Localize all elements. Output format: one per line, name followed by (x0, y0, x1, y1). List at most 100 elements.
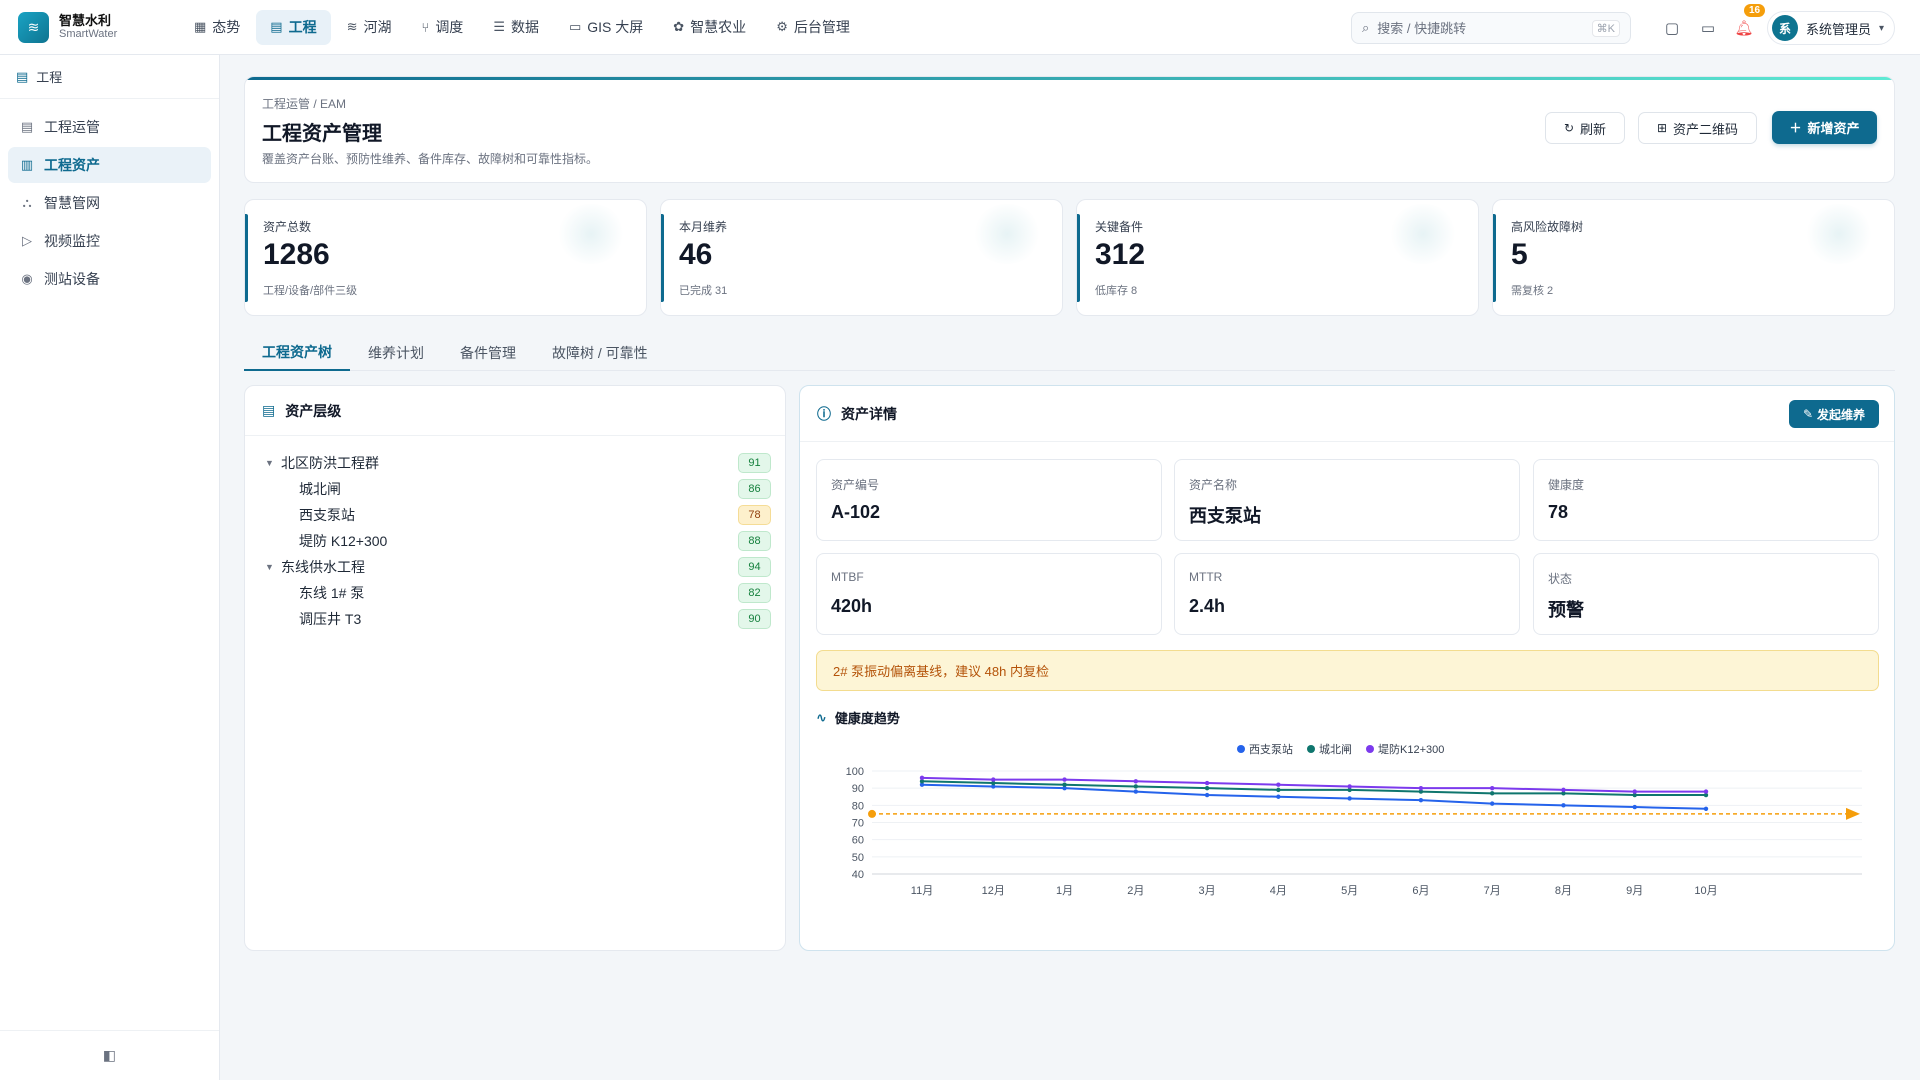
bell-icon[interactable]: 🔔︎ 16 (1730, 4, 1766, 42)
refresh-button[interactable]: ↻ 刷新 (1545, 112, 1625, 144)
x-tick-label: 3月 (1199, 885, 1216, 897)
data-point (1703, 806, 1709, 811)
stat-sub: 已完成 31 (679, 285, 728, 297)
tree-node-label: 东线 1# 泵 (299, 585, 365, 601)
tab-asset-tree[interactable]: 工程资产树 (244, 335, 350, 371)
database-icon: ☰ (493, 19, 505, 34)
asset-detail-panel: ⓘ 资产详情 ✎ 发起维养 资产编号 A-102 资产名称 西支泵站 健康度 78 MTB… (799, 385, 1895, 951)
building-icon: ▤ (16, 68, 29, 84)
monitor-icon: ▭ (568, 19, 582, 34)
legend-marker (1307, 745, 1315, 753)
y-tick-label: 40 (852, 869, 864, 881)
waves-icon: ≋ (346, 19, 358, 34)
calendar-icon[interactable]: ▢ (1658, 14, 1686, 42)
nav-item-dispatch[interactable]: ⑂ 调度 (408, 10, 478, 45)
sidebar-item-assets[interactable]: ▥ 工程资产 (8, 147, 211, 183)
tree-node-label: 堤防 K12+300 (299, 533, 388, 549)
qrcode-button[interactable]: ⊞ 资产二维码 (1638, 112, 1757, 144)
tab-bar: 工程资产树 维养计划 备件管理 故障树 / 可靠性 (244, 335, 1895, 371)
nav-item-agriculture[interactable]: ✿ 智慧农业 (659, 10, 760, 45)
sidebar-item-label: 测站设备 (44, 271, 100, 287)
clipboard-icon: ▥ (20, 157, 34, 172)
field-value: 预警 (1548, 600, 1584, 620)
screen-icon[interactable]: ▭ (1694, 14, 1722, 42)
tree-node-label: 调压井 T3 (299, 611, 362, 627)
tree-node[interactable]: 东线 1# 泵 82 (265, 580, 771, 606)
data-point (1418, 785, 1424, 791)
qrcode-label: 资产二维码 (1673, 121, 1739, 137)
health-score-badge: 94 (738, 557, 771, 577)
data-point (919, 775, 925, 781)
nav-item-admin[interactable]: ⚙ 后台管理 (762, 10, 864, 45)
sidebar-item-pipe-network[interactable]: ⛬ 智慧管网 (8, 185, 211, 221)
app-logo[interactable]: ≋ 智慧水利 SmartWater (18, 11, 168, 43)
stat-card-high-risk-fault-trees: 高风险故障树 5 需复核 2 (1492, 199, 1895, 316)
add-asset-button[interactable]: ＋ 新增资产 (1772, 111, 1877, 144)
tree-node[interactable]: ▼ 北区防洪工程群 91 (265, 450, 771, 476)
y-tick-label: 100 (846, 766, 864, 778)
nav-item-rivers[interactable]: ≋ 河湖 (333, 10, 406, 45)
tree-node[interactable]: 城北闸 86 (265, 476, 771, 502)
qrcode-icon: ⊞ (1656, 121, 1668, 135)
tab-fault-tree[interactable]: 故障树 / 可靠性 (534, 335, 666, 371)
x-tick-label: 7月 (1484, 885, 1501, 897)
field-mttr: MTTR 2.4h (1174, 553, 1520, 635)
trend-title-label: 健康度趋势 (834, 711, 900, 726)
nav-item-gis[interactable]: ▭ GIS 大屏 (555, 10, 657, 45)
field-asset-code: 资产编号 A-102 (816, 459, 1162, 541)
caret-down-icon[interactable]: ▼ (265, 562, 281, 572)
stat-sub: 工程/设备/部件三级 (263, 285, 358, 297)
field-value: 420h (831, 596, 873, 616)
tab-spare-parts[interactable]: 备件管理 (442, 335, 534, 371)
stat-accent (1493, 214, 1496, 302)
y-tick-label: 50 (852, 852, 864, 864)
search-input[interactable] (1377, 20, 1592, 36)
header-accent (245, 77, 1894, 80)
user-name: 系统管理员 (1806, 21, 1872, 37)
stat-glow (972, 204, 1042, 264)
data-point (1133, 779, 1139, 784)
data-point (1204, 780, 1210, 786)
sidebar: ▤ 工程 ▤ 工程运管 ▥ 工程资产 ⛬ 智慧管网 ▷ 视频监控 ◉ 测站设备 ◧ (0, 55, 220, 1080)
stat-value: 46 (679, 238, 713, 271)
add-asset-label: 新增资产 (1807, 121, 1860, 136)
nav-item-data[interactable]: ☰ 数据 (479, 10, 553, 45)
search-box[interactable]: ⌕ ⌘K (1351, 12, 1631, 44)
nav-item-situation[interactable]: ▦ 态势 (180, 10, 254, 45)
field-value: 西支泵站 (1189, 506, 1261, 526)
stat-label: 本月维养 (679, 220, 728, 234)
tree-node[interactable]: ▼ 东线供水工程 94 (265, 554, 771, 580)
panel-header: ▤ 资产层级 (245, 386, 785, 436)
nav-label: GIS 大屏 (587, 19, 644, 35)
wrench-icon: ✎ (1802, 407, 1814, 421)
tree-node[interactable]: 西支泵站 78 (265, 502, 771, 528)
sidebar-item-video[interactable]: ▷ 视频监控 (8, 223, 211, 259)
nav-label: 调度 (435, 19, 464, 35)
collapse-sidebar-button[interactable]: ◧ (0, 1030, 219, 1080)
data-point (1347, 784, 1352, 789)
tree-node[interactable]: 调压井 T3 90 (265, 606, 771, 632)
legend-label: 西支泵站 (1249, 742, 1293, 756)
panel-title: 资产层级 (285, 402, 342, 419)
health-trend-chart: 西支泵站 城北闸 堤防K12+300 40 50 60 70 80 90 100 11月 12月 1月 2… (846, 742, 1862, 897)
start-maintenance-button[interactable]: ✎ 发起维养 (1789, 400, 1879, 428)
branch-icon: ⑂ (421, 19, 430, 35)
data-point (1276, 787, 1281, 793)
nav-item-engineering[interactable]: ▤ 工程 (256, 9, 331, 45)
network-icon: ⛬ (22, 195, 32, 210)
sidebar-section-label: 工程 (36, 70, 63, 85)
nav-label: 态势 (212, 19, 241, 35)
search-shortcut: ⌘K (1591, 19, 1620, 37)
user-menu[interactable]: 系 系统管理员 ▾ (1767, 11, 1896, 45)
field-value: 2.4h (1189, 596, 1226, 616)
avatar: 系 (1772, 15, 1798, 41)
sidebar-item-stations[interactable]: ◉ 测站设备 (8, 261, 211, 297)
breadcrumb: 工程运管 / EAM (262, 97, 347, 111)
stat-sub: 低库存 8 (1095, 285, 1138, 297)
gear-icon: ⚙ (776, 19, 788, 34)
tab-maintenance-plan[interactable]: 维养计划 (350, 335, 442, 371)
caret-down-icon[interactable]: ▼ (265, 458, 281, 468)
data-point (1489, 791, 1495, 796)
tree-node[interactable]: 堤防 K12+300 88 (265, 528, 771, 554)
sidebar-item-operations[interactable]: ▤ 工程运管 (8, 109, 211, 145)
